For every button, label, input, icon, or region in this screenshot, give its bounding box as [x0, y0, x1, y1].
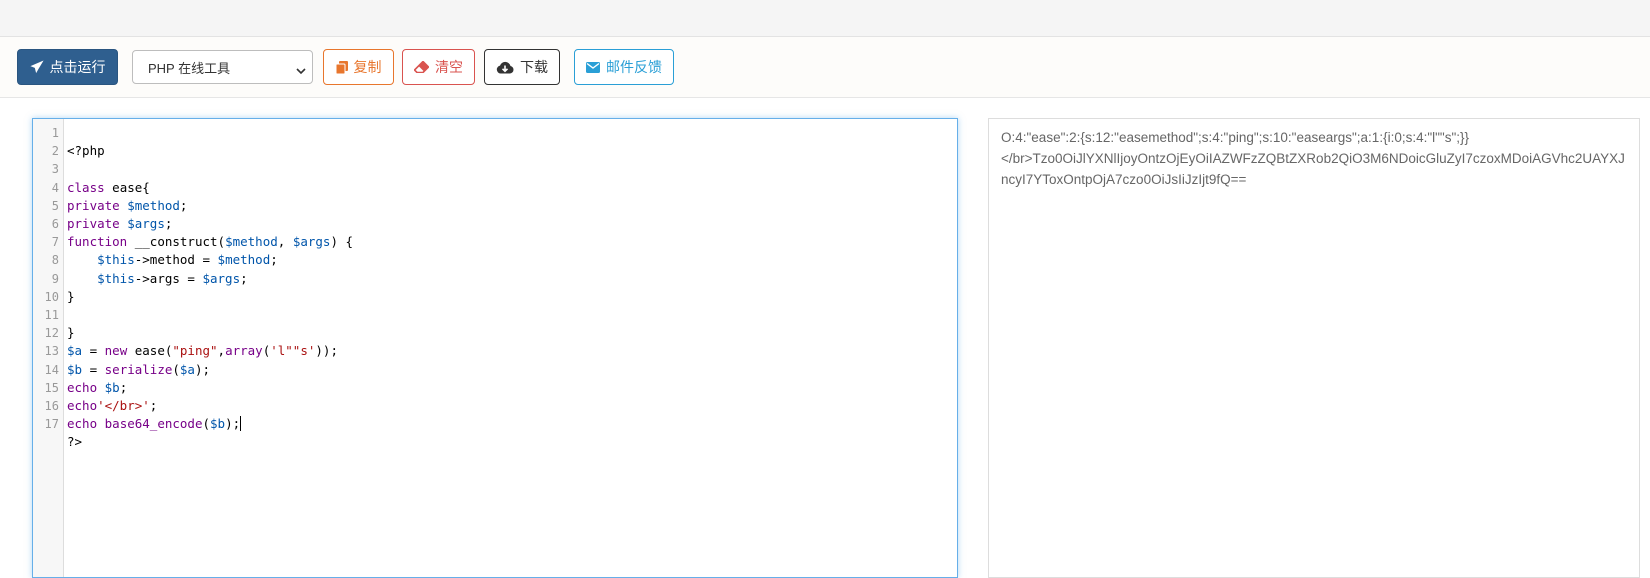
- paper-plane-icon: [29, 60, 44, 74]
- top-bar: [0, 0, 1650, 37]
- text-cursor: [240, 416, 242, 432]
- line-number: 14: [44, 362, 59, 377]
- code-line: class ease{: [67, 179, 150, 195]
- code-line: <?php: [67, 143, 105, 159]
- line-number: 5: [51, 198, 59, 213]
- code-line: echo $b;: [67, 379, 128, 395]
- run-button-label: 点击运行: [49, 59, 106, 75]
- line-number: 1: [51, 126, 59, 140]
- clear-button-label: 清空: [435, 59, 463, 75]
- line-number: 6: [51, 217, 59, 231]
- code-line: }: [67, 288, 75, 304]
- clear-button[interactable]: 清空: [402, 49, 475, 85]
- run-button[interactable]: 点击运行: [17, 49, 118, 85]
- cloud-download-icon: [496, 61, 514, 74]
- line-number: 12: [44, 326, 59, 341]
- line-number: 10: [44, 289, 59, 304]
- code-line: $this->method = $method;: [97, 252, 278, 268]
- download-button-label: 下载: [520, 59, 548, 75]
- line-number-gutter: 1 2 3 4 5 6 7 8 9 10 11 12 13 14 15 16 1…: [33, 119, 64, 577]
- code-line: }: [67, 325, 75, 341]
- code-line: function __construct($method, $args) {: [67, 234, 354, 250]
- copy-button[interactable]: 复制: [323, 49, 394, 85]
- code-line: echo'</br>';: [67, 398, 158, 414]
- line-number: 13: [44, 344, 59, 359]
- code-content[interactable]: <?php class ease{ private $method; private…: [67, 124, 353, 488]
- copy-button-label: 复制: [353, 59, 382, 75]
- download-button[interactable]: 下载: [484, 49, 560, 85]
- code-line: ?>: [67, 434, 83, 450]
- line-number: 3: [51, 162, 59, 177]
- feedback-button-label: 邮件反馈: [606, 59, 662, 75]
- eraser-icon: [414, 61, 429, 73]
- envelope-icon: [586, 61, 600, 73]
- code-editor[interactable]: 1 2 3 4 5 6 7 8 9 10 11 12 13 14 15 16 1…: [32, 118, 958, 578]
- line-number: 9: [51, 271, 59, 286]
- output-panel: O:4:"ease":2:{s:12:"easemethod";s:4:"pin…: [988, 118, 1640, 578]
- line-number: 15: [44, 380, 59, 395]
- feedback-button[interactable]: 邮件反馈: [574, 49, 674, 85]
- line-number: 7: [51, 235, 59, 250]
- code-line: $this->args = $args;: [97, 270, 248, 286]
- code-line: echo base64_encode($b);: [67, 416, 242, 432]
- line-number: 11: [44, 308, 59, 322]
- language-select-value: PHP 在线工具: [148, 60, 231, 76]
- code-line: $b = serialize($a);: [67, 361, 211, 377]
- code-line: private $args;: [67, 216, 173, 232]
- copy-icon: [335, 60, 348, 74]
- line-number: 2: [51, 144, 59, 159]
- line-number: 8: [51, 253, 59, 268]
- code-line: $a = new ease("ping",array('l""s'));: [67, 343, 338, 359]
- language-select[interactable]: PHP 在线工具: [132, 50, 313, 84]
- output-base64: </br>Tzo0OiJlYXNlIjoyOntzOjEyOiIAZWFzZQB…: [1001, 151, 1625, 187]
- line-number: 4: [51, 180, 59, 195]
- line-number: 16: [44, 399, 59, 413]
- line-number: 17: [44, 417, 59, 432]
- output-serialized: O:4:"ease":2:{s:12:"easemethod";s:4:"pin…: [1001, 130, 1470, 145]
- chevron-down-icon: [296, 63, 306, 78]
- code-line: private $method;: [67, 197, 188, 213]
